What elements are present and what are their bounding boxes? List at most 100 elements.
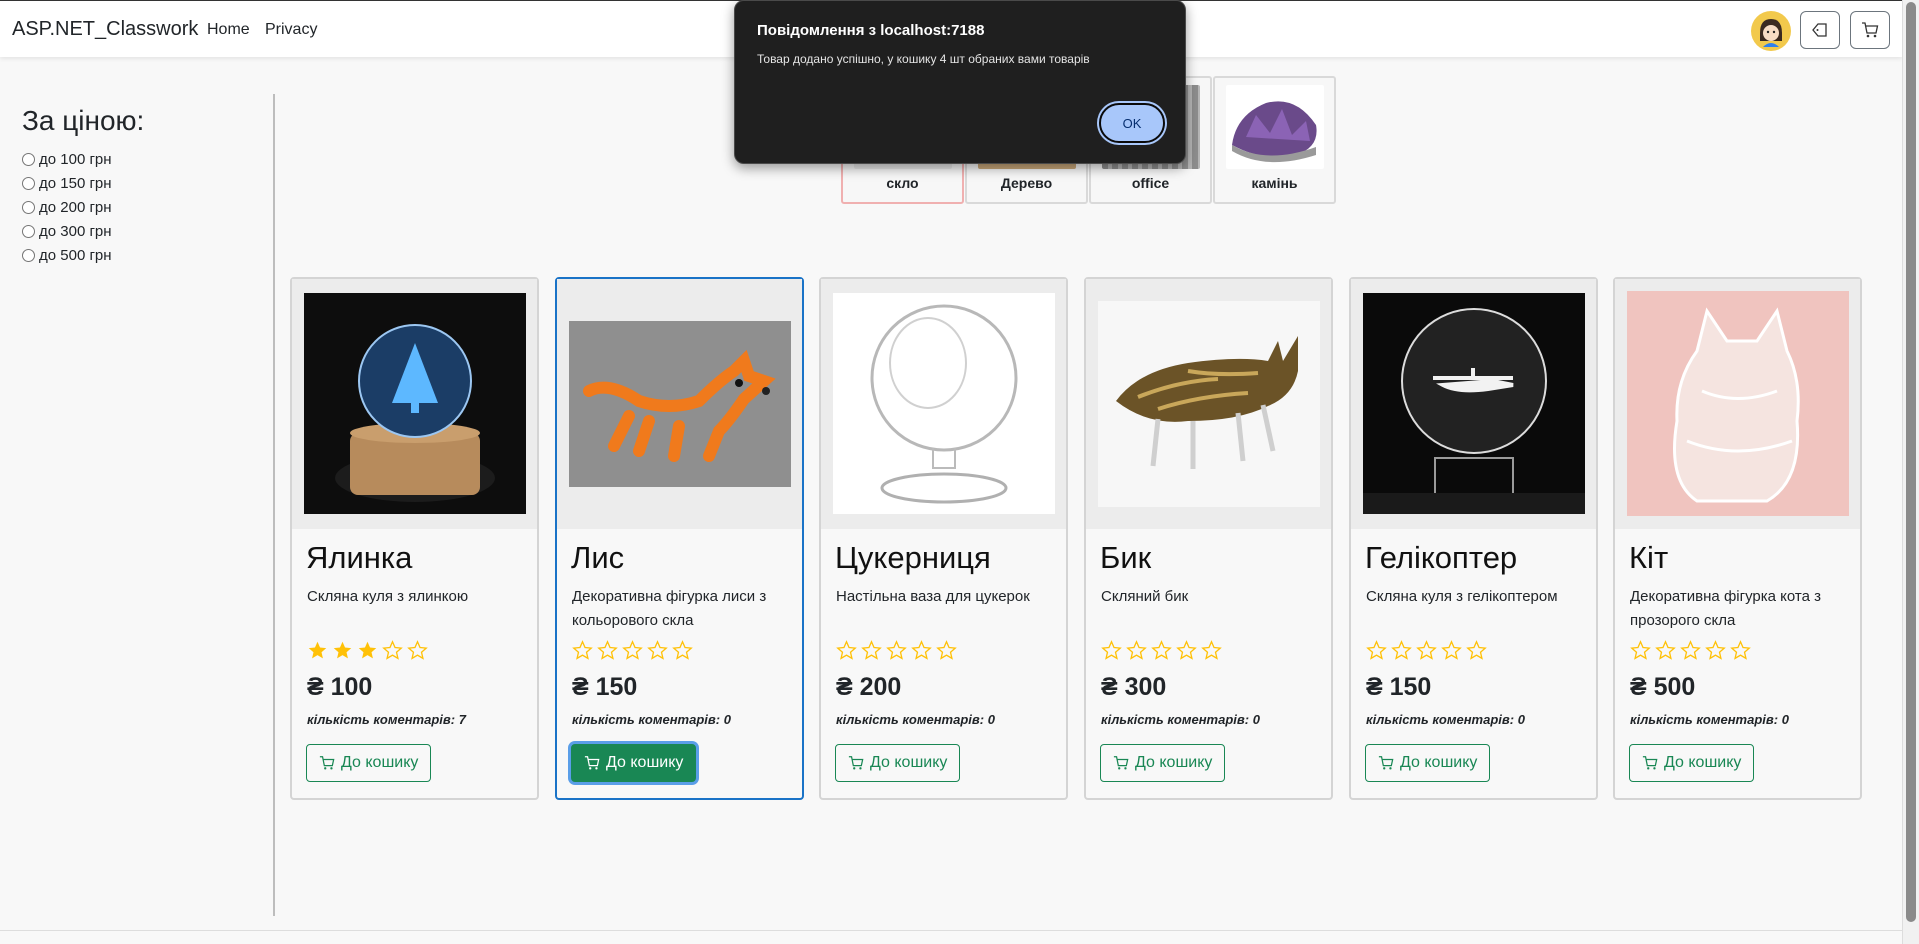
- star-empty-icon[interactable]: [911, 640, 932, 661]
- filter-option-label: до 100 грн: [39, 150, 112, 168]
- star-empty-icon[interactable]: [1416, 640, 1437, 661]
- star-filled-icon[interactable]: [307, 640, 328, 661]
- star-empty-icon[interactable]: [672, 640, 693, 661]
- brand-link[interactable]: ASP.NET_Classwork: [12, 18, 198, 41]
- star-empty-icon[interactable]: [1441, 640, 1462, 661]
- product-card: Бик Скляний бик ₴ 300 кількість коментар…: [1084, 277, 1333, 800]
- product-image: [833, 293, 1055, 514]
- add-to-cart-button[interactable]: До кошику: [1629, 744, 1755, 782]
- comment-count: кількість коментарів: 7: [307, 712, 466, 727]
- scrollbar-thumb[interactable]: [1906, 2, 1916, 922]
- product-price: ₴ 300: [1101, 673, 1167, 701]
- product-description: Настільна ваза для цукерок: [836, 588, 1030, 605]
- star-empty-icon[interactable]: [647, 640, 668, 661]
- filter-option[interactable]: до 300 грн: [22, 219, 262, 243]
- product-card: Цукерниця Настільна ваза для цукерок ₴ 2…: [819, 277, 1068, 800]
- logout-button[interactable]: [1800, 11, 1840, 49]
- star-empty-icon[interactable]: [1126, 640, 1147, 661]
- product-image: [1098, 301, 1320, 507]
- add-to-cart-button[interactable]: До кошику: [1365, 744, 1491, 782]
- filter-option[interactable]: до 200 грн: [22, 195, 262, 219]
- star-filled-icon[interactable]: [357, 640, 378, 661]
- comment-count: кількість коментарів: 0: [1630, 712, 1789, 727]
- star-empty-icon[interactable]: [382, 640, 403, 661]
- product-price: ₴ 150: [572, 673, 638, 701]
- star-filled-icon[interactable]: [332, 640, 353, 661]
- star-empty-icon[interactable]: [1655, 640, 1676, 661]
- star-empty-icon[interactable]: [1391, 640, 1412, 661]
- rating-stars[interactable]: [1630, 640, 1751, 661]
- star-empty-icon[interactable]: [836, 640, 857, 661]
- page-scrollbar[interactable]: [1902, 0, 1919, 944]
- filter-radio[interactable]: [22, 248, 35, 262]
- star-empty-icon[interactable]: [1176, 640, 1197, 661]
- footer-divider: [0, 930, 1902, 931]
- product-name[interactable]: Кіт: [1629, 540, 1668, 576]
- product-card: Кіт Декоративна фігурка кота з прозорого…: [1613, 277, 1862, 800]
- filter-option[interactable]: до 100 грн: [22, 147, 262, 171]
- star-empty-icon[interactable]: [1730, 640, 1751, 661]
- star-empty-icon[interactable]: [861, 640, 882, 661]
- cart-icon: [1862, 22, 1879, 38]
- product-name[interactable]: Цукерниця: [835, 540, 991, 576]
- star-empty-icon[interactable]: [1680, 640, 1701, 661]
- product-name[interactable]: Бик: [1100, 540, 1151, 576]
- rating-stars[interactable]: [572, 640, 693, 661]
- comment-count: кількість коментарів: 0: [1101, 712, 1260, 727]
- cart-button[interactable]: [1850, 11, 1890, 49]
- product-name[interactable]: Гелікоптер: [1365, 540, 1517, 576]
- button-label: До кошику: [341, 754, 419, 771]
- add-to-cart-button[interactable]: До кошику: [835, 744, 961, 782]
- star-empty-icon[interactable]: [1630, 640, 1651, 661]
- star-empty-icon[interactable]: [622, 640, 643, 661]
- product-description: Скляна куля з ялинкою: [307, 588, 469, 605]
- product-price: ₴ 200: [836, 673, 902, 701]
- filter-radio[interactable]: [22, 200, 35, 214]
- star-empty-icon[interactable]: [1201, 640, 1222, 661]
- product-name[interactable]: Лис: [571, 540, 624, 576]
- button-label: До кошику: [1664, 754, 1742, 771]
- cart-icon: [1378, 756, 1394, 770]
- rating-stars[interactable]: [307, 640, 428, 661]
- star-empty-icon[interactable]: [407, 640, 428, 661]
- star-empty-icon[interactable]: [1366, 640, 1387, 661]
- star-empty-icon[interactable]: [1101, 640, 1122, 661]
- add-to-cart-button[interactable]: До кошику: [306, 744, 432, 782]
- alert-ok-button[interactable]: OK: [1099, 103, 1165, 143]
- star-empty-icon[interactable]: [1151, 640, 1172, 661]
- star-empty-icon[interactable]: [886, 640, 907, 661]
- price-filter: За ціною: до 100 грн до 150 грн до 200 г…: [22, 105, 262, 267]
- product-name[interactable]: Ялинка: [306, 540, 412, 576]
- add-to-cart-button[interactable]: До кошику: [1100, 744, 1226, 782]
- filter-option[interactable]: до 150 грн: [22, 171, 262, 195]
- filter-radio[interactable]: [22, 152, 35, 166]
- filter-radio[interactable]: [22, 224, 35, 238]
- category-stone[interactable]: камінь: [1213, 76, 1336, 204]
- product-image: [569, 321, 791, 487]
- nav-home-link[interactable]: Home: [207, 21, 250, 39]
- add-to-cart-button[interactable]: До кошику: [571, 744, 697, 782]
- category-image: [1226, 85, 1324, 169]
- rating-stars[interactable]: [836, 640, 957, 661]
- button-label: До кошику: [1400, 754, 1478, 771]
- product-image: [304, 293, 526, 514]
- product-card: Лис Декоративна фігурка лиси з кольорово…: [555, 277, 804, 800]
- star-empty-icon[interactable]: [936, 640, 957, 661]
- filter-option[interactable]: до 500 грн: [22, 243, 262, 267]
- product-card: Гелікоптер Скляна куля з гелікоптером ₴ …: [1349, 277, 1598, 800]
- star-empty-icon[interactable]: [597, 640, 618, 661]
- sidebar-divider: [273, 94, 275, 916]
- comment-count: кількість коментарів: 0: [1366, 712, 1525, 727]
- star-empty-icon[interactable]: [1466, 640, 1487, 661]
- product-image: [1363, 293, 1585, 514]
- comment-count: кількість коментарів: 0: [572, 712, 731, 727]
- category-label: Дерево: [1000, 175, 1053, 191]
- rating-stars[interactable]: [1101, 640, 1222, 661]
- star-empty-icon[interactable]: [1705, 640, 1726, 661]
- product-description: Скляний бик: [1101, 588, 1189, 605]
- rating-stars[interactable]: [1366, 640, 1487, 661]
- star-empty-icon[interactable]: [572, 640, 593, 661]
- user-avatar[interactable]: [1751, 11, 1791, 51]
- nav-privacy-link[interactable]: Privacy: [265, 21, 317, 39]
- filter-radio[interactable]: [22, 176, 35, 190]
